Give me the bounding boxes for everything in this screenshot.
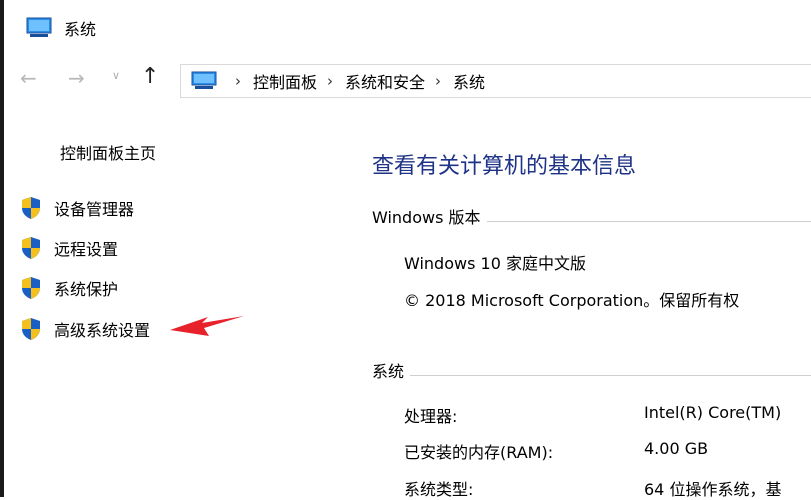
computer-icon (26, 17, 52, 37)
ram-label: 已安装的内存(RAM): (404, 443, 554, 462)
uac-shield-icon (22, 237, 40, 259)
breadcrumb: › 控制面板 › 系统和安全 › 系统 (225, 69, 485, 93)
breadcrumb-separator-icon[interactable]: › (235, 72, 241, 90)
copyright-text: © 2018 Microsoft Corporation。保留所有权 (404, 291, 740, 310)
breadcrumb-system[interactable]: 系统 (453, 69, 485, 93)
up-arrow-icon[interactable]: ↑ (141, 64, 159, 89)
sidebar-item-device-manager[interactable]: 设备管理器 (20, 195, 134, 221)
address-bar[interactable]: › 控制面板 › 系统和安全 › 系统 (180, 64, 811, 98)
breadcrumb-separator-icon[interactable]: › (435, 72, 441, 90)
breadcrumb-system-security[interactable]: 系统和安全 (345, 69, 425, 93)
sidebar-item-label: 远程设置 (54, 240, 119, 259)
window-title: 系统 (64, 20, 97, 39)
section-divider (410, 374, 811, 376)
sidebar-item-system-protection[interactable]: 系统保护 (20, 275, 118, 301)
sidebar-item-advanced-system-settings[interactable]: 高级系统设置 (20, 316, 150, 342)
windows-edition-name: Windows 10 家庭中文版 (404, 254, 586, 273)
red-arrow-annotation-icon (170, 316, 244, 336)
system-section: 系统 (372, 358, 811, 382)
control-panel-home-link[interactable]: 控制面板主页 (60, 140, 156, 164)
processor-label: 处理器: (404, 407, 458, 426)
section-divider (486, 220, 811, 222)
breadcrumb-control-panel[interactable]: 控制面板 (253, 69, 317, 93)
uac-shield-icon (22, 277, 40, 299)
system-type-label: 系统类型: (404, 480, 474, 499)
sidebar-item-label: 高级系统设置 (54, 321, 151, 340)
sidebar-item-remote-settings[interactable]: 远程设置 (20, 235, 118, 261)
processor-value: Intel(R) Core(TM) (644, 403, 782, 422)
chevron-down-icon[interactable]: ∨ (112, 69, 120, 82)
title-bar: 系统 (4, 0, 811, 54)
page-title: 查看有关计算机的基本信息 (372, 154, 637, 179)
section-label: Windows 版本 (372, 208, 481, 227)
windows-edition-section: Windows 版本 (372, 204, 811, 228)
forward-arrow-icon[interactable]: → (68, 66, 85, 90)
section-label: 系统 (372, 362, 405, 381)
ram-value: 4.00 GB (644, 439, 709, 458)
system-type-value: 64 位操作系统，基 (644, 480, 782, 499)
sidebar-item-label: 设备管理器 (54, 200, 135, 219)
uac-shield-icon (22, 197, 40, 219)
back-arrow-icon[interactable]: ← (20, 66, 37, 90)
uac-shield-icon (22, 318, 40, 340)
breadcrumb-separator-icon[interactable]: › (327, 72, 333, 90)
navigation-bar: ← → ∨ ↑ › 控制面板 › 系统和安全 › 系统 (4, 54, 811, 106)
computer-icon (191, 71, 217, 89)
sidebar-item-label: 系统保护 (54, 280, 119, 299)
